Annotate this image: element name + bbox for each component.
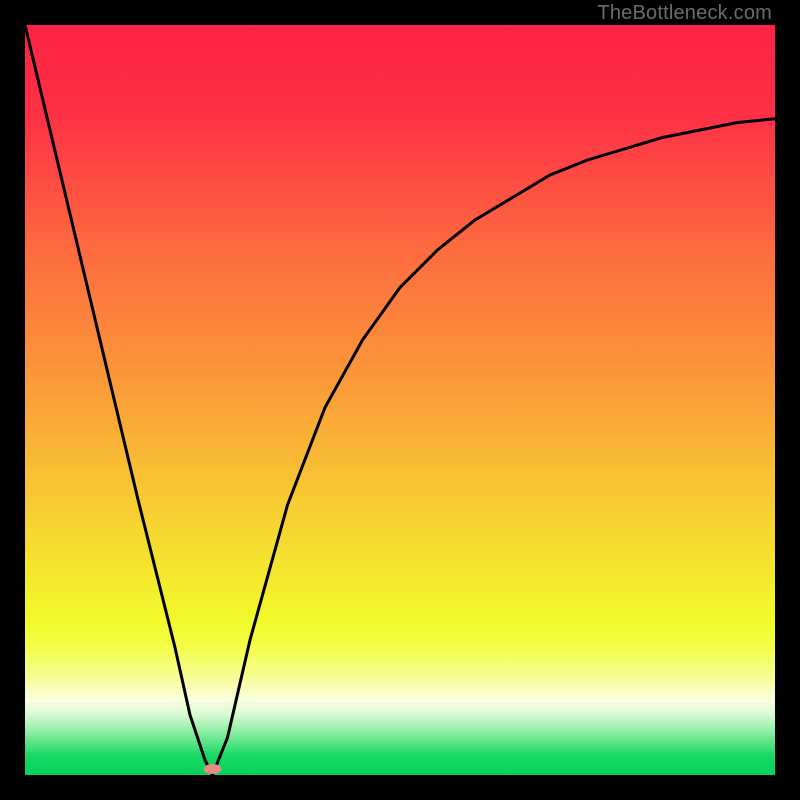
curve-marker — [204, 764, 222, 774]
watermark-text: TheBottleneck.com — [597, 2, 772, 25]
chart-frame: TheBottleneck.com — [0, 0, 800, 800]
bottleneck-curve — [25, 25, 775, 775]
curve-layer — [25, 25, 775, 775]
plot-area — [25, 25, 775, 775]
